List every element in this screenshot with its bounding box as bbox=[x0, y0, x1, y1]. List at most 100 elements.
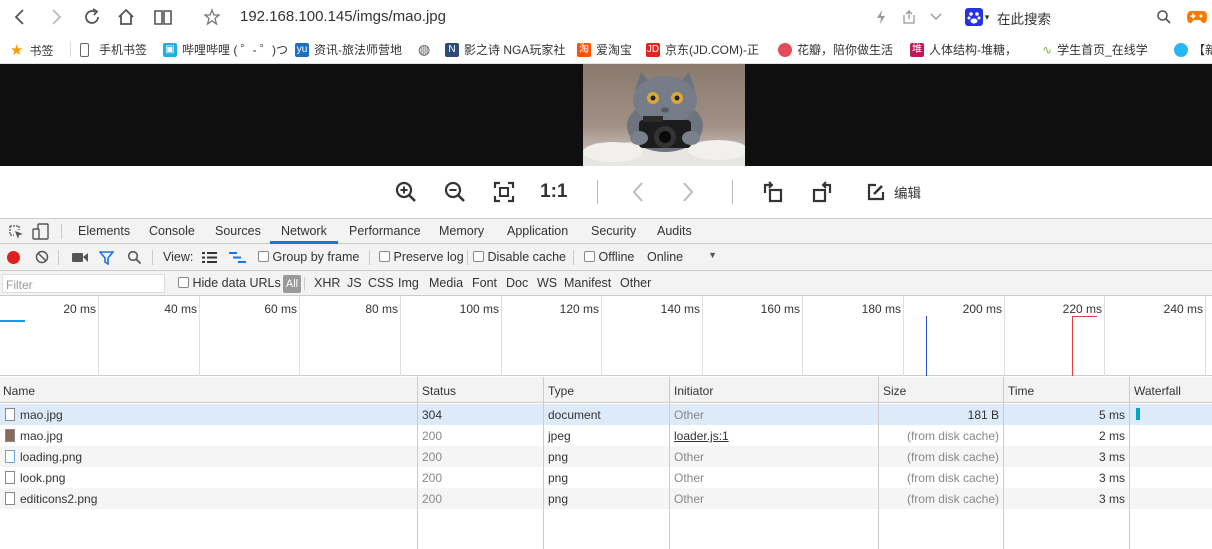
edit-button[interactable]: 编辑 bbox=[866, 180, 926, 204]
refresh-icon[interactable] bbox=[81, 6, 103, 28]
bookmark-item[interactable]: ∿ 学生首页_在线学 bbox=[1042, 41, 1148, 58]
tab-audits[interactable]: Audits bbox=[657, 224, 692, 238]
initiator-cell: Other bbox=[674, 492, 705, 506]
tab-memory[interactable]: Memory bbox=[439, 224, 484, 238]
table-row[interactable]: mao.jpg 200 jpeg loader.js:1 (from disk … bbox=[0, 425, 1212, 446]
home-icon[interactable] bbox=[115, 6, 137, 28]
preserve-log-checkbox[interactable]: Preserve log bbox=[379, 250, 464, 264]
rotate-left-icon[interactable] bbox=[761, 180, 785, 204]
address-bar[interactable]: 192.168.100.145/imgs/mao.jpg bbox=[240, 8, 446, 25]
screenshot-camera-icon[interactable] bbox=[72, 252, 88, 266]
lightning-icon[interactable] bbox=[870, 6, 892, 28]
offline-checkbox[interactable]: Offline bbox=[584, 250, 634, 264]
type-filter-other[interactable]: Other bbox=[620, 276, 651, 290]
chevron-down-icon[interactable] bbox=[925, 6, 947, 28]
large-rows-icon[interactable] bbox=[202, 251, 217, 267]
bookmark-item[interactable]: yu 资讯-旅法师营地 bbox=[295, 41, 402, 58]
table-row[interactable]: mao.jpg 304 document Other 181 B 5 ms bbox=[0, 404, 1212, 425]
timeline-overview[interactable]: 20 ms 40 ms 60 ms 80 ms 100 ms 120 ms 14… bbox=[0, 296, 1212, 376]
tab-console[interactable]: Console bbox=[149, 224, 195, 238]
zoom-in-icon[interactable] bbox=[394, 180, 418, 204]
filter-funnel-icon[interactable] bbox=[98, 251, 115, 268]
bookmark-item[interactable]: 淘 爱淘宝 bbox=[577, 41, 632, 58]
bookmark-item[interactable]: 手机书签 bbox=[80, 41, 147, 58]
type-filter-media[interactable]: Media bbox=[429, 276, 463, 290]
column-divider[interactable] bbox=[878, 377, 879, 549]
next-image-icon[interactable] bbox=[677, 180, 699, 204]
taobao-icon: 淘 bbox=[577, 42, 591, 57]
bookmark-item[interactable]: 【新 bbox=[1174, 41, 1212, 58]
gamepad-icon[interactable] bbox=[1186, 6, 1208, 28]
column-header-status[interactable]: Status bbox=[422, 384, 456, 398]
column-header-size[interactable]: Size bbox=[883, 384, 906, 398]
search-icon[interactable] bbox=[127, 250, 142, 268]
tab-sources[interactable]: Sources bbox=[215, 224, 261, 238]
column-header-name[interactable]: Name bbox=[3, 384, 35, 398]
type-filter-font[interactable]: Font bbox=[472, 276, 497, 290]
bookmark-item[interactable]: 堆 人体结构-堆糖， bbox=[910, 41, 1017, 58]
column-header-waterfall[interactable]: Waterfall bbox=[1134, 384, 1181, 398]
group-by-frame-checkbox[interactable]: Group by frame bbox=[258, 250, 359, 264]
type-cell: document bbox=[548, 408, 601, 422]
inspect-element-icon[interactable] bbox=[8, 224, 24, 243]
tab-security[interactable]: Security bbox=[591, 224, 636, 238]
bookmark-item[interactable]: ★ 书签 bbox=[10, 41, 53, 59]
actual-size-button[interactable]: 1:1 bbox=[540, 180, 567, 204]
device-toolbar-icon[interactable] bbox=[32, 223, 50, 243]
column-divider[interactable] bbox=[543, 377, 544, 549]
fit-screen-icon[interactable] bbox=[492, 180, 516, 204]
column-divider[interactable] bbox=[1129, 377, 1130, 549]
tab-elements[interactable]: Elements bbox=[78, 224, 130, 238]
bookmark-item[interactable]: N 影之诗 NGA玩家社 bbox=[445, 41, 565, 58]
previous-image-icon[interactable] bbox=[627, 180, 649, 204]
hide-data-urls-checkbox[interactable]: Hide data URLs bbox=[178, 276, 281, 290]
type-filter-xhr[interactable]: XHR bbox=[314, 276, 340, 290]
share-icon[interactable] bbox=[898, 6, 920, 28]
table-row[interactable]: look.png 200 png Other (from disk cache)… bbox=[0, 467, 1212, 488]
zoom-out-icon[interactable] bbox=[443, 180, 467, 204]
back-icon[interactable] bbox=[9, 6, 31, 28]
waterfall-overview-icon[interactable] bbox=[229, 251, 246, 267]
request-bar bbox=[0, 320, 25, 322]
status-cell: 304 bbox=[422, 408, 443, 422]
column-header-type[interactable]: Type bbox=[548, 384, 574, 398]
clear-icon[interactable] bbox=[35, 250, 49, 267]
filter-input[interactable]: Filter bbox=[2, 274, 165, 293]
baidu-search-engine-icon[interactable]: ▾ bbox=[961, 6, 993, 28]
type-filter-ws[interactable]: WS bbox=[537, 276, 557, 290]
rotate-right-icon[interactable] bbox=[810, 180, 834, 204]
search-icon[interactable] bbox=[1153, 6, 1175, 28]
table-row[interactable]: loading.png 200 png Other (from disk cac… bbox=[0, 446, 1212, 467]
disable-cache-checkbox[interactable]: Disable cache bbox=[473, 250, 566, 264]
tab-network[interactable]: Network bbox=[281, 224, 327, 238]
search-input[interactable]: 在此搜索 bbox=[997, 8, 1051, 28]
type-filter-js[interactable]: JS bbox=[347, 276, 362, 290]
column-header-time[interactable]: Time bbox=[1008, 384, 1034, 398]
column-divider[interactable] bbox=[1003, 377, 1004, 549]
column-header-initiator[interactable]: Initiator bbox=[674, 384, 713, 398]
load-event-line bbox=[1072, 316, 1073, 376]
type-filter-css[interactable]: CSS bbox=[368, 276, 394, 290]
bookmark-item[interactable]: JD 京东(JD.COM)-正 bbox=[646, 41, 759, 58]
initiator-link[interactable]: loader.js:1 bbox=[674, 429, 729, 443]
bookmark-item[interactable]: ▣ 哔哩哔哩 ( ゜- ゜)つ bbox=[163, 41, 288, 58]
type-filter-img[interactable]: Img bbox=[398, 276, 419, 290]
bookmark-item[interactable]: ◍ bbox=[418, 41, 430, 58]
bookmark-star-icon[interactable] bbox=[201, 6, 223, 28]
size-cell: (from disk cache) bbox=[906, 450, 999, 464]
tab-performance[interactable]: Performance bbox=[349, 224, 421, 238]
reader-icon[interactable] bbox=[152, 6, 174, 28]
record-icon[interactable] bbox=[7, 251, 20, 264]
throttling-select[interactable]: Online ▼ bbox=[647, 250, 719, 264]
column-divider[interactable] bbox=[669, 377, 670, 549]
forward-icon[interactable] bbox=[45, 6, 67, 28]
timeline-tick: 80 ms bbox=[300, 296, 401, 376]
column-divider[interactable] bbox=[417, 377, 418, 549]
type-filter-manifest[interactable]: Manifest bbox=[564, 276, 611, 290]
table-row[interactable]: editicons2.png 200 png Other (from disk … bbox=[0, 488, 1212, 509]
tab-application[interactable]: Application bbox=[507, 224, 568, 238]
bookmark-item[interactable]: 花瓣，陪你做生活 bbox=[778, 41, 893, 58]
type-filter-doc[interactable]: Doc bbox=[506, 276, 528, 290]
type-filter-all[interactable]: All bbox=[283, 275, 301, 293]
status-cell: 200 bbox=[422, 492, 443, 506]
